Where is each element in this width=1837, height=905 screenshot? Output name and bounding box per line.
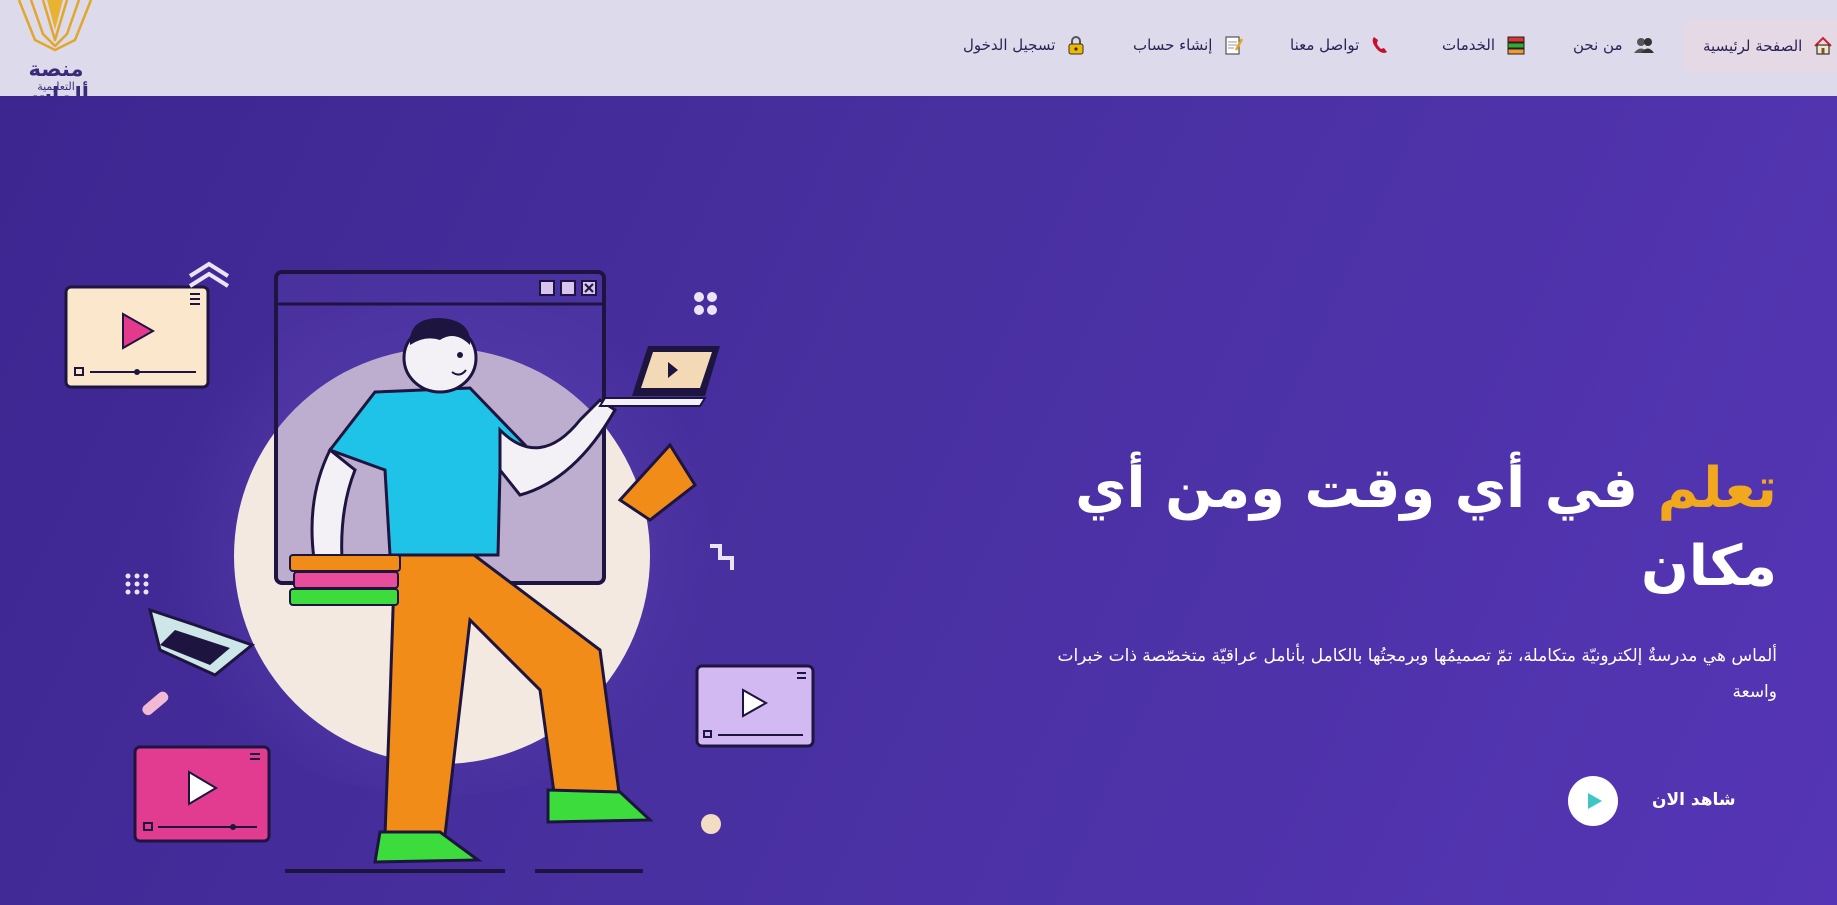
hero-title-accent: تعلم <box>1657 456 1777 521</box>
books-stack-graphic <box>289 554 401 606</box>
nav-register-label: إنشاء حساب <box>1133 36 1213 54</box>
site-logo[interactable]: منصة ألماس التعليمية <box>0 0 112 107</box>
nav-contact[interactable]: تواصل معنا <box>1290 28 1391 62</box>
memo-icon <box>1225 36 1244 55</box>
nav-login-label: تسجيل الدخول <box>963 36 1056 54</box>
diamond-logo-icon <box>17 0 93 52</box>
top-navbar: منصة ألماس التعليمية الصفحة لرئيسية من ن… <box>0 0 1837 107</box>
logo-subtitle: التعليمية <box>37 80 75 93</box>
nav-about-label: من نحن <box>1573 36 1623 54</box>
nav-services-label: الخدمات <box>1442 36 1496 54</box>
nav-home[interactable]: الصفحة لرئيسية <box>1683 19 1837 73</box>
nav-contact-label: تواصل معنا <box>1290 36 1360 54</box>
books-icon <box>1507 36 1525 55</box>
play-icon <box>1588 793 1602 809</box>
nav-register[interactable]: إنشاء حساب <box>1133 28 1244 62</box>
phone-icon <box>1373 37 1388 53</box>
hero-illustration <box>64 261 815 873</box>
video-card-pink <box>133 745 271 843</box>
video-card-lilac <box>695 664 815 748</box>
video-card-cream <box>64 285 210 389</box>
play-button-circle[interactable] <box>1568 776 1618 826</box>
open-book-graphic <box>147 607 256 677</box>
watch-now-button[interactable]: شاهد الان <box>1568 776 1758 826</box>
hero-title: تعلم في أي وقت ومن أي مكان <box>1017 450 1777 606</box>
home-icon <box>1814 36 1833 55</box>
nav-login[interactable]: تسجيل الدخول <box>963 28 1087 62</box>
nav-services[interactable]: الخدمات <box>1442 28 1527 62</box>
hero-description: ألماس هي مدرسةٌ إلكترونيّة متكاملة، تمّ … <box>1057 646 1777 702</box>
laptop-graphic <box>598 346 720 407</box>
people-icon <box>1633 38 1654 53</box>
lock-icon <box>1068 36 1084 55</box>
nav-about[interactable]: من نحن <box>1573 28 1655 62</box>
watch-now-label: شاهد الان <box>1652 790 1736 810</box>
nav-home-label: الصفحة لرئيسية <box>1703 37 1803 55</box>
